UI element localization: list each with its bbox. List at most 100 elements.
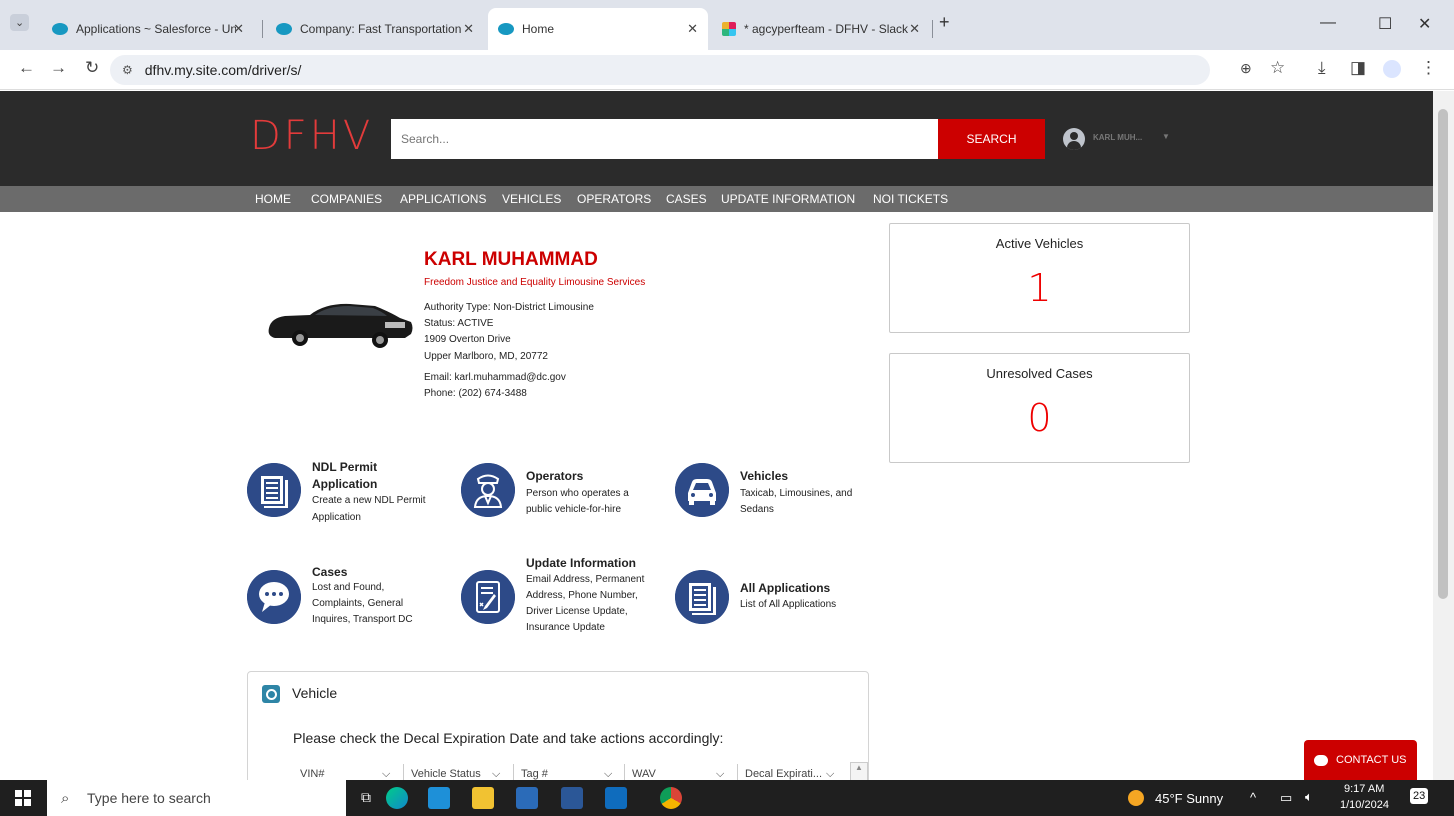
tab-search-chevron-icon[interactable]: ⌄	[10, 14, 30, 31]
salesforce-cloud-icon	[52, 23, 68, 35]
tab-slack[interactable]: * agcyperfteam - DFHV - Slack ✕	[712, 8, 930, 50]
close-window-icon[interactable]: ✕	[1418, 14, 1431, 34]
search-button[interactable]: SEARCH	[938, 119, 1045, 159]
zoom-icon[interactable]: ⊕	[1240, 60, 1252, 77]
maximize-icon[interactable]: ☐	[1378, 14, 1392, 34]
windows-start-icon[interactable]	[15, 790, 31, 806]
salesforce-cloud-icon	[498, 23, 514, 35]
forward-arrow-icon[interactable]: →	[50, 58, 67, 78]
tab-title: * agcyperfteam - DFHV - Slack	[744, 22, 909, 36]
outlook-icon[interactable]	[605, 787, 627, 809]
task-view-icon[interactable]: ⧉	[361, 789, 371, 806]
store-icon[interactable]	[516, 787, 538, 809]
tab-title: Company: Fast Transportation S	[300, 22, 465, 36]
column-header-decal-expiration[interactable]: Decal Expirati...	[745, 768, 822, 780]
tab-company[interactable]: Company: Fast Transportation S ✕	[266, 8, 484, 50]
profile-icon[interactable]	[1383, 60, 1401, 78]
chrome-icon[interactable]	[660, 787, 682, 809]
tile-description: public vehicle-for-hire	[526, 504, 622, 515]
tile-title: NDL Permit	[312, 460, 378, 474]
profile-address-line1: 1909 Overton Drive	[424, 334, 511, 345]
word-icon[interactable]	[561, 787, 583, 809]
page-scrollbar[interactable]	[1433, 91, 1454, 780]
tile-description: Create a new NDL Permit	[312, 495, 426, 506]
nav-home[interactable]: HOME	[255, 192, 291, 206]
minimize-icon[interactable]: —	[1320, 14, 1336, 32]
column-header-wav[interactable]: WAV	[632, 768, 656, 780]
tab-applications[interactable]: Applications ~ Salesforce - Unli ✕	[42, 8, 254, 50]
scrollbar-thumb[interactable]	[1438, 109, 1448, 599]
chevron-up-icon[interactable]: ^	[1250, 790, 1256, 805]
taskbar-search-placeholder: Type here to search	[87, 790, 211, 806]
clock-date[interactable]: 1/10/2024	[1340, 799, 1389, 811]
tile-vehicles[interactable]: Vehicles Taxicab, Limousines, and Sedans	[675, 463, 875, 523]
nav-applications[interactable]: APPLICATIONS	[400, 192, 486, 206]
volume-icon[interactable]: 🔈︎	[1305, 789, 1313, 805]
slack-icon	[722, 22, 736, 36]
search-input[interactable]	[391, 119, 938, 159]
file-explorer-icon[interactable]	[472, 787, 494, 809]
user-name[interactable]: KARL MUH...	[1093, 133, 1142, 142]
close-tab-icon[interactable]: ✕	[687, 21, 698, 37]
tile-cases[interactable]: Cases Lost and Found, Complaints, Genera…	[247, 565, 447, 630]
more-menu-icon[interactable]: ⋮	[1420, 58, 1437, 78]
edge-browser-icon[interactable]	[386, 787, 408, 809]
search-icon: ⌕	[61, 789, 70, 807]
profile-email: Email: karl.muhammad@dc.gov	[424, 372, 566, 383]
site-info-icon[interactable]: ⚙	[122, 63, 133, 77]
tile-description: List of All Applications	[740, 599, 837, 610]
table-scroll-up-icon[interactable]: ▲	[850, 762, 868, 782]
contact-us-button[interactable]: CONTACT US	[1304, 740, 1417, 780]
tile-update-information[interactable]: Update Information Email Address, Perman…	[461, 556, 661, 633]
bookmark-star-icon[interactable]: ☆	[1270, 58, 1285, 78]
nav-update-information[interactable]: UPDATE INFORMATION	[721, 192, 855, 206]
nav-cases[interactable]: CASES	[666, 192, 707, 206]
download-icon[interactable]: ⤓	[1318, 58, 1326, 78]
dfhv-logo[interactable]: DFHV	[250, 113, 373, 159]
profile-company: Freedom Justice and Equality Limousine S…	[424, 277, 646, 288]
taskbar-search[interactable]: ⌕ Type here to search	[47, 780, 346, 816]
column-header-tag[interactable]: Tag #	[521, 768, 548, 780]
tile-title: Operators	[526, 469, 584, 483]
tile-all-applications[interactable]: All Applications List of All Application…	[675, 570, 875, 630]
tile-description: Person who operates a	[526, 488, 629, 499]
active-vehicles-label: Active Vehicles	[995, 236, 1084, 251]
tile-description: Email Address, Permanent	[526, 574, 645, 585]
tab-home[interactable]: Home ✕	[488, 8, 708, 50]
battery-icon[interactable]: ▭	[1280, 790, 1292, 806]
address-bar[interactable]: ⚙ dfhv.my.site.com/driver/s/	[110, 55, 1210, 85]
clock-time[interactable]: 9:17 AM	[1344, 783, 1384, 795]
vehicle-card-title: Vehicle	[292, 685, 338, 701]
nav-companies[interactable]: COMPANIES	[311, 192, 382, 206]
new-tab-icon[interactable]: +	[939, 12, 950, 33]
weather-text[interactable]: 45°F Sunny	[1155, 791, 1223, 806]
nav-noi-tickets[interactable]: NOI TICKETS	[873, 192, 948, 206]
weather-sun-icon[interactable]	[1128, 790, 1144, 806]
active-vehicles-count: 1	[1027, 266, 1052, 310]
close-tab-icon[interactable]: ✕	[909, 21, 920, 37]
back-arrow-icon[interactable]: ←	[18, 58, 35, 78]
browser-toolbar: ← → ↻ ⚙ dfhv.my.site.com/driver/s/ ⊕ ☆ ⤓…	[0, 50, 1454, 90]
vehicle-card-icon	[262, 685, 280, 703]
tile-ndl-permit-application[interactable]: NDL Permit Application Create a new NDL …	[247, 460, 447, 533]
close-tab-icon[interactable]: ✕	[463, 21, 474, 37]
column-header-vin[interactable]: VIN#	[300, 768, 324, 780]
tab-title: Home	[522, 22, 555, 36]
column-header-vehicle-status[interactable]: Vehicle Status	[411, 768, 481, 780]
tile-title: All Applications	[740, 581, 831, 595]
side-panel-icon[interactable]: ◨	[1350, 58, 1366, 78]
nav-operators[interactable]: OPERATORS	[577, 192, 651, 206]
reload-icon[interactable]: ↻	[85, 58, 99, 78]
active-vehicles-card: Active Vehicles 1	[889, 223, 1190, 333]
user-menu-caret-icon[interactable]: ▼	[1162, 132, 1170, 141]
user-avatar-icon[interactable]	[1063, 128, 1085, 150]
nav-vehicles[interactable]: VEHICLES	[502, 192, 561, 206]
notifications-badge[interactable]: 23	[1410, 788, 1429, 804]
car-icon	[675, 463, 729, 517]
tile-operators[interactable]: Operators Person who operates a public v…	[461, 463, 661, 523]
tile-description: Driver License Update,	[526, 606, 628, 617]
mail-icon[interactable]	[428, 787, 450, 809]
close-tab-icon[interactable]: ✕	[233, 21, 244, 37]
tile-description: Insurance Update	[526, 622, 605, 633]
tab-divider	[262, 20, 263, 38]
